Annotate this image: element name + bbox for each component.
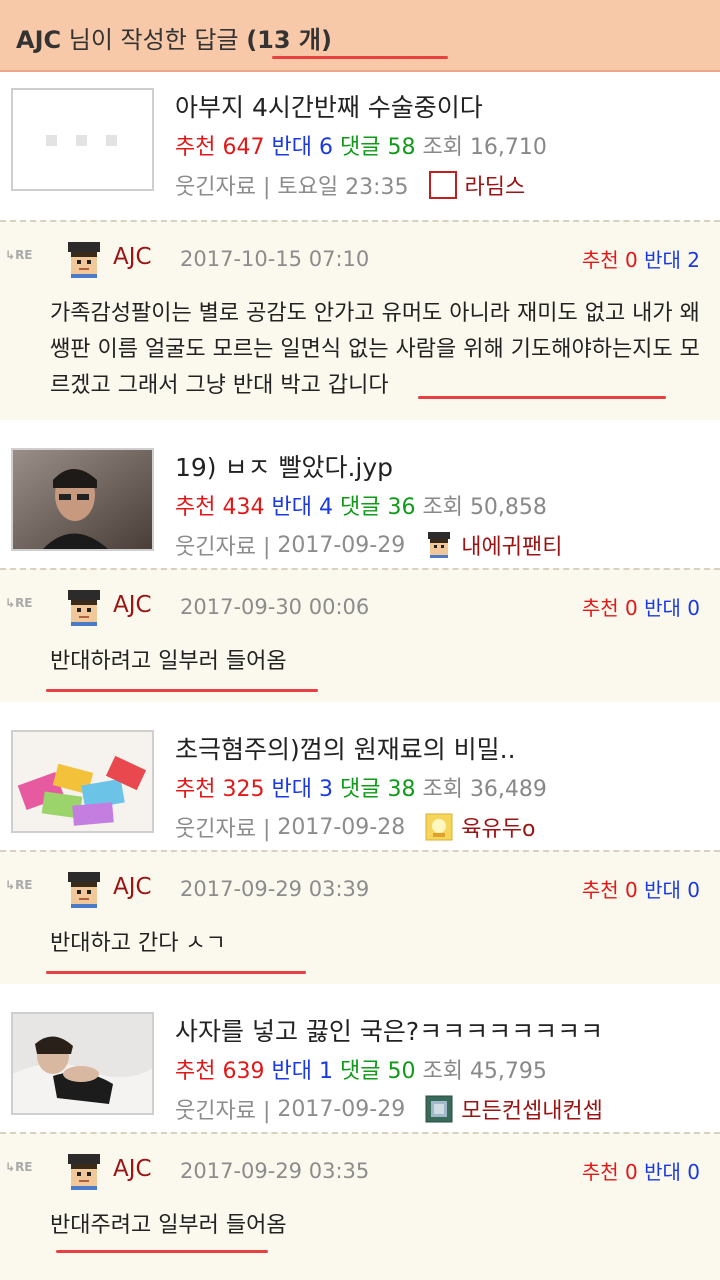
red-underline-mark bbox=[46, 689, 318, 692]
post-date: 토요일 23:35 bbox=[277, 175, 409, 200]
thumbnail-image bbox=[13, 1014, 152, 1113]
post-item[interactable]: 19) ㅂㅈ 빨았다.jyp 추천 434 반대 4 댓글 36 조회 50,8… bbox=[0, 434, 720, 564]
reply-text[interactable]: 반대하려고 일부러 들어옴 bbox=[50, 644, 710, 680]
post-thumbnail[interactable] bbox=[11, 730, 154, 833]
red-underline-mark bbox=[56, 1250, 268, 1253]
board-name: 웃긴자료 | bbox=[175, 535, 271, 560]
post-author[interactable]: 내에귀팬티 bbox=[461, 529, 562, 561]
post-author[interactable]: 라딤스 bbox=[465, 169, 526, 201]
post-title[interactable]: 사자를 넣고 끓인 국은?ㅋㅋㅋㅋㅋㅋㅋㅋ bbox=[175, 1012, 603, 1048]
post-title[interactable]: 19) ㅂㅈ 빨았다.jyp bbox=[175, 448, 393, 484]
image-placeholder-icon bbox=[13, 90, 152, 189]
reply-author[interactable]: AJC bbox=[113, 592, 152, 618]
reply-item: ↳RE AJC 2017-09-30 00:06 추천 0 반대 0 반대하려고… bbox=[0, 568, 720, 702]
reply-item: ↳RE AJC 2017-10-15 07:10 추천 0 반대 2 가족감성팔… bbox=[0, 220, 720, 420]
reply-votes: 추천 0 반대 2 bbox=[581, 248, 700, 272]
post-date: 2017-09-29 bbox=[277, 1096, 406, 1122]
post-stats: 추천 647 반대 6 댓글 58 조회 16,710 bbox=[175, 135, 547, 160]
avatar[interactable] bbox=[65, 588, 103, 626]
post-stats: 추천 434 반대 4 댓글 36 조회 50,858 bbox=[175, 495, 547, 520]
avatar[interactable] bbox=[65, 240, 103, 278]
red-underline-mark bbox=[418, 396, 666, 399]
reply-count: (13 개) bbox=[246, 26, 332, 54]
reply-text[interactable]: 반대주려고 일부러 들어옴 bbox=[50, 1208, 710, 1244]
post-thumbnail[interactable] bbox=[11, 88, 154, 191]
red-underline-mark bbox=[46, 971, 306, 974]
post-item[interactable]: 초극혐주의)껌의 원재료의 비밀.. 추천 325 반대 3 댓글 38 조회 … bbox=[0, 716, 720, 846]
post-item[interactable]: 사자를 넣고 끓인 국은?ㅋㅋㅋㅋㅋㅋㅋㅋ 추천 639 반대 1 댓글 50 … bbox=[0, 998, 720, 1128]
reply-date: 2017-09-29 03:35 bbox=[180, 1159, 370, 1183]
post-thumbnail[interactable] bbox=[11, 448, 154, 551]
post-stats: 추천 639 반대 1 댓글 50 조회 45,795 bbox=[175, 1059, 547, 1084]
post-date: 2017-09-28 bbox=[277, 814, 406, 840]
board-name: 웃긴자료 | bbox=[175, 1099, 271, 1124]
reply-re-icon: ↳RE bbox=[5, 596, 33, 610]
page-header: AJC 님이 작성한 답글 (13 개) bbox=[0, 0, 720, 72]
red-underline-mark bbox=[272, 56, 448, 59]
avatar[interactable] bbox=[65, 1152, 103, 1190]
reply-text[interactable]: 가족감성팔이는 별로 공감도 안가고 유머도 아니라 재미도 없고 내가 왜 쌩… bbox=[50, 296, 710, 404]
board-name: 웃긴자료 | bbox=[175, 175, 271, 200]
reply-text[interactable]: 반대하고 간다 ㅅㄱ bbox=[50, 926, 710, 962]
post-date: 2017-09-29 bbox=[277, 532, 406, 558]
post-title[interactable]: 초극혐주의)껌의 원재료의 비밀.. bbox=[175, 730, 516, 766]
post-meta: 웃긴자료 | 2017-09-29 내에귀팬티 bbox=[175, 529, 562, 561]
post-meta: 웃긴자료 | 2017-09-29 모든컨셉내컨셉 bbox=[175, 1093, 603, 1125]
reply-author[interactable]: AJC bbox=[113, 1156, 152, 1182]
reply-item: ↳RE AJC 2017-09-29 03:39 추천 0 반대 0 반대하고 … bbox=[0, 850, 720, 984]
thumbnail-image bbox=[13, 732, 152, 831]
level-icon bbox=[425, 1095, 453, 1123]
header-text: 님이 작성한 답글 bbox=[61, 26, 247, 54]
reply-re-icon: ↳RE bbox=[5, 1160, 33, 1174]
thumbnail-image bbox=[13, 450, 152, 549]
board-name: 웃긴자료 | bbox=[175, 817, 271, 842]
post-author[interactable]: 모든컨셉내컨셉 bbox=[461, 1093, 603, 1125]
reply-re-icon: ↳RE bbox=[5, 248, 33, 262]
reply-author[interactable]: AJC bbox=[113, 874, 152, 900]
reply-votes: 추천 0 반대 0 bbox=[581, 1160, 700, 1184]
reply-item: ↳RE AJC 2017-09-29 03:35 추천 0 반대 0 반대주려고… bbox=[0, 1132, 720, 1280]
header-user: AJC bbox=[16, 26, 62, 54]
reply-date: 2017-09-29 03:39 bbox=[180, 877, 370, 901]
avatar[interactable] bbox=[65, 870, 103, 908]
reply-date: 2017-09-30 00:06 bbox=[180, 595, 370, 619]
reply-votes: 추천 0 반대 0 bbox=[581, 596, 700, 620]
reply-re-icon: ↳RE bbox=[5, 878, 33, 892]
reply-votes: 추천 0 반대 0 bbox=[581, 878, 700, 902]
post-meta: 웃긴자료 | 2017-09-28 육유두o bbox=[175, 811, 535, 843]
post-thumbnail[interactable] bbox=[11, 1012, 154, 1115]
level-icon bbox=[428, 171, 457, 199]
level-icon bbox=[425, 531, 453, 559]
reply-author[interactable]: AJC bbox=[113, 244, 152, 270]
level-icon bbox=[425, 813, 453, 841]
reply-date: 2017-10-15 07:10 bbox=[180, 247, 370, 271]
post-title[interactable]: 아부지 4시간반째 수술중이다 bbox=[175, 88, 483, 124]
post-author[interactable]: 육유두o bbox=[461, 811, 535, 843]
page-title: AJC 님이 작성한 답글 (13 개) bbox=[16, 20, 332, 55]
post-stats: 추천 325 반대 3 댓글 38 조회 36,489 bbox=[175, 777, 547, 802]
post-item[interactable]: 아부지 4시간반째 수술중이다 추천 647 반대 6 댓글 58 조회 16,… bbox=[0, 74, 720, 204]
post-meta: 웃긴자료 | 토요일 23:35 라딤스 bbox=[175, 169, 525, 201]
